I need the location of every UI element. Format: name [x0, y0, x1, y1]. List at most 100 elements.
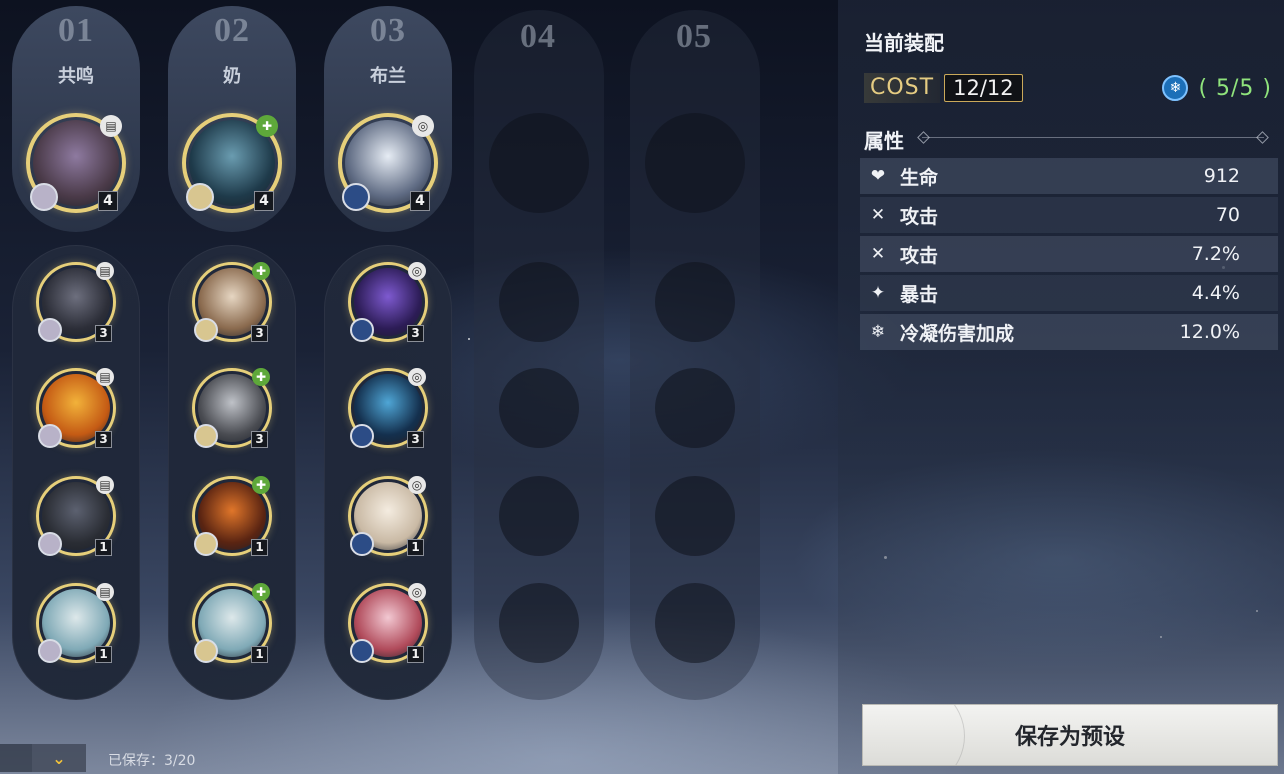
saved-count: 已保存：3/20 [108, 753, 196, 769]
character-avatar [194, 424, 218, 448]
echo-slot[interactable]: ✚ 1 [192, 583, 272, 663]
attributes-divider [922, 137, 1264, 138]
empty-echo-slot[interactable] [655, 476, 735, 556]
echo-slot[interactable]: ◎ 3 [348, 368, 428, 448]
loadout-panel: 当前装配 COST 12/12 ❄ ( 5/5 ) 属性 ❤ 生命 912 ✕ 攻击 70… [838, 0, 1284, 774]
echo-slot[interactable]: ▤ 4 [26, 113, 126, 213]
echo-cost: 3 [95, 431, 112, 448]
empty-echo-slot[interactable] [499, 262, 579, 342]
echo-slot[interactable]: ◎ 3 [348, 262, 428, 342]
empty-echo-slot[interactable] [655, 368, 735, 448]
stat-row: ✕ 攻击 70 [860, 197, 1278, 233]
echo-cost: 1 [251, 646, 268, 663]
character-avatar [194, 639, 218, 663]
column-number: 05 [676, 18, 712, 55]
character-avatar [194, 532, 218, 556]
stat-name: 攻击 [900, 244, 939, 267]
healing-icon: ✚ [256, 115, 278, 137]
save-preset-button[interactable]: 保存为预设 [862, 704, 1278, 766]
resonance-icon: ▤ [96, 476, 114, 494]
echo-cost: 3 [251, 325, 268, 342]
empty-echo-slot[interactable] [645, 113, 745, 213]
resonance-icon: ▤ [96, 262, 114, 280]
stat-row: ❄ 冷凝伤害加成 12.0% [860, 314, 1278, 350]
echo-slot[interactable]: ▤ 3 [36, 368, 116, 448]
echo-column-03[interactable]: 03 布兰 ◎ 4 ◎ 3 ◎ 3 ◎ 1 ◎ 1 [324, 0, 454, 700]
glacio-icon: ❄ [870, 322, 886, 342]
stat-row: ✦ 暴击 4.4% [860, 275, 1278, 311]
stat-name: 生命 [900, 166, 939, 189]
echo-column-05[interactable]: 05 [630, 0, 760, 700]
column-number: 02 [214, 12, 250, 49]
attributes-title: 属性 [864, 129, 904, 153]
stat-name: 暴击 [900, 283, 939, 306]
echo-cost: 4 [98, 191, 118, 211]
echo-slot[interactable]: ◎ 1 [348, 583, 428, 663]
cost-display: COST 12/12 [864, 73, 1023, 103]
stat-value: 70 [1215, 204, 1240, 226]
echo-slot[interactable]: ✚ 3 [192, 262, 272, 342]
stat-value: 7.2% [1191, 243, 1240, 265]
column-name: 奶 [223, 66, 241, 87]
sonata-set-badge[interactable]: ❄ ( 5/5 ) [1162, 72, 1272, 104]
empty-echo-slot[interactable] [655, 262, 735, 342]
empty-echo-slot[interactable] [499, 583, 579, 663]
echo-cost: 3 [95, 325, 112, 342]
column-number: 01 [58, 12, 94, 49]
chevron-down-icon: ⌄ [52, 748, 66, 768]
empty-echo-slot[interactable] [655, 583, 735, 663]
echo-slot[interactable]: ▤ 3 [36, 262, 116, 342]
echo-cost: 4 [254, 191, 274, 211]
echo-cost: 1 [407, 539, 424, 556]
echo-cost: 3 [407, 325, 424, 342]
healing-icon: ✚ [252, 476, 270, 494]
character-avatar [38, 639, 62, 663]
character-avatar [186, 183, 214, 211]
echo-column-01[interactable]: 01 共鸣 ▤ 4 ▤ 3 ▤ 3 ▤ 1 ▤ 1 [12, 0, 142, 700]
swords-icon: ✕ [870, 244, 886, 264]
echo-slot[interactable]: ▤ 1 [36, 476, 116, 556]
target-icon: ◎ [408, 583, 426, 601]
echo-slot[interactable]: ✚ 4 [182, 113, 282, 213]
echo-slot[interactable]: ✚ 1 [192, 476, 272, 556]
healing-icon: ✚ [252, 368, 270, 386]
echo-column-02[interactable]: 02 奶 ✚ 4 ✚ 3 ✚ 3 ✚ 1 ✚ 1 [168, 0, 298, 700]
echo-column-04[interactable]: 04 [474, 0, 604, 700]
expand-button[interactable]: ⌄ [32, 744, 86, 772]
panel-title: 当前装配 [864, 31, 944, 55]
bottom-bar: ⌄ 已保存：3/20 [0, 742, 260, 774]
echo-cost: 1 [251, 539, 268, 556]
echo-slot[interactable]: ◎ 4 [338, 113, 438, 213]
echo-cost: 1 [95, 646, 112, 663]
target-icon: ◎ [408, 262, 426, 280]
button-decoration [863, 705, 965, 765]
target-icon: ◎ [408, 368, 426, 386]
stat-value: 12.0% [1179, 321, 1240, 343]
echo-slot[interactable]: ◎ 1 [348, 476, 428, 556]
echo-slot[interactable]: ▤ 1 [36, 583, 116, 663]
stat-row: ❤ 生命 912 [860, 158, 1278, 194]
echo-cost: 3 [251, 431, 268, 448]
character-avatar [350, 639, 374, 663]
stat-value: 912 [1203, 165, 1240, 187]
empty-echo-slot[interactable] [489, 113, 589, 213]
stat-name: 冷凝伤害加成 [900, 322, 1015, 345]
character-avatar [38, 532, 62, 556]
target-icon: ◎ [408, 476, 426, 494]
resonance-icon: ▤ [96, 368, 114, 386]
echo-cost: 4 [410, 191, 430, 211]
empty-echo-slot[interactable] [499, 476, 579, 556]
empty-echo-slot[interactable] [499, 368, 579, 448]
character-avatar [38, 424, 62, 448]
echo-cost: 1 [407, 646, 424, 663]
echo-slot[interactable]: ✚ 3 [192, 368, 272, 448]
character-avatar [342, 183, 370, 211]
character-avatar [350, 318, 374, 342]
set-count: ( 5/5 ) [1198, 75, 1272, 101]
healing-icon: ✚ [252, 583, 270, 601]
frost-icon: ❄ [1162, 75, 1189, 101]
save-preset-label: 保存为预设 [1014, 725, 1125, 750]
target-icon: ◎ [412, 115, 434, 137]
bottom-strip [0, 744, 32, 772]
star [468, 338, 470, 340]
